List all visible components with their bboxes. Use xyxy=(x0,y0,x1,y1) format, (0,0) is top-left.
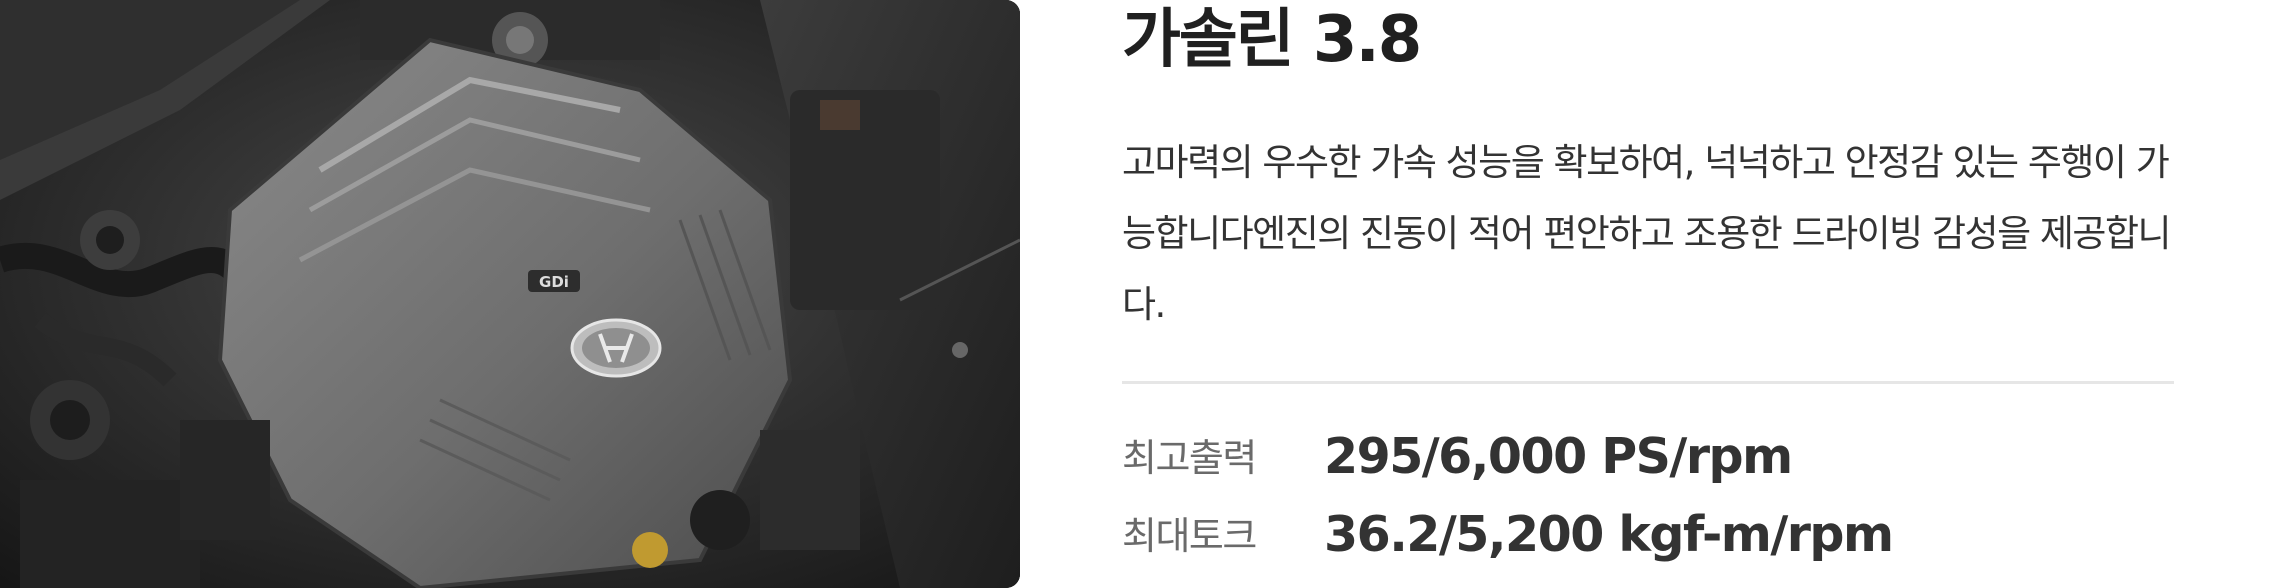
engine-title: 가솔린 3.8 xyxy=(1122,3,1422,77)
spec-value: 36.2/5,200 kgf-m/rpm xyxy=(1324,506,1894,563)
divider xyxy=(1122,381,2174,384)
spec-label: 최대토크 xyxy=(1122,514,1257,558)
spec-label: 최고출력 xyxy=(1122,436,1257,480)
spec-value: 295/6,000 PS/rpm xyxy=(1324,428,1793,485)
engine-info: 가솔린 3.8 고마력의 우수한 가속 성능을 확보하여, 넉넉하고 안정감 있… xyxy=(1122,0,2174,588)
engine-photo: GDi xyxy=(0,0,1020,588)
gdi-badge: GDi xyxy=(539,273,569,291)
spec-row-max-power: 최고출력 295/6,000 PS/rpm xyxy=(1122,425,2174,491)
spec-row-max-torque: 최대토크 36.2/5,200 kgf-m/rpm xyxy=(1122,503,2174,569)
engine-description: 고마력의 우수한 가속 성능을 확보하여, 넉넉하고 안정감 있는 주행이 가능… xyxy=(1122,141,2172,326)
